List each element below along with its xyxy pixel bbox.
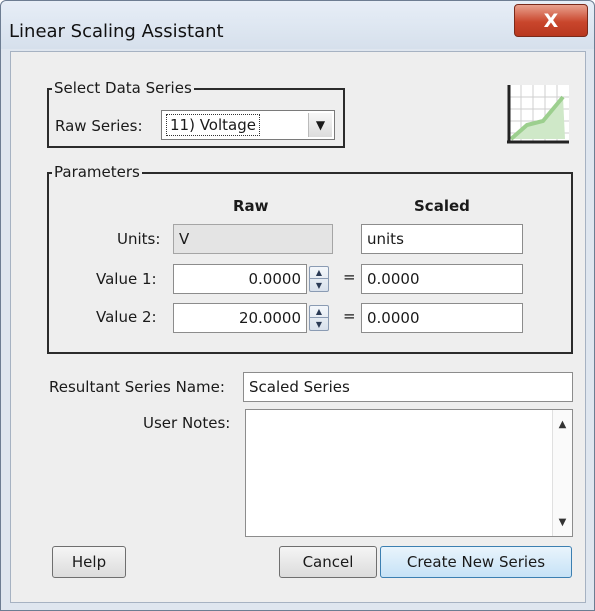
dialog-window: Linear Scaling Assistant X Select Data S… xyxy=(0,0,595,611)
chevron-down-icon[interactable]: ▼ xyxy=(308,113,332,137)
resultant-name-input[interactable]: Scaled Series xyxy=(243,372,573,402)
dialog-body: Select Data Series Raw Series: 11) Volta… xyxy=(10,51,586,603)
select-data-series-legend: Select Data Series xyxy=(52,79,194,97)
value2-equals: = xyxy=(343,307,356,325)
help-button[interactable]: Help xyxy=(52,546,126,578)
raw-units-value: V xyxy=(179,230,190,248)
value2-raw-input[interactable]: 20.0000 xyxy=(173,303,307,333)
scaled-units-value: units xyxy=(367,230,404,248)
cancel-button-label: Cancel xyxy=(302,553,354,571)
scroll-up-icon[interactable]: ▲ xyxy=(553,414,572,434)
parameters-legend: Parameters xyxy=(52,163,142,181)
spinner-up-icon[interactable]: ▲ xyxy=(310,306,328,318)
create-new-series-button[interactable]: Create New Series xyxy=(380,546,572,578)
window-title: Linear Scaling Assistant xyxy=(9,21,224,42)
units-label: Units: xyxy=(117,230,161,248)
help-button-label: Help xyxy=(71,553,107,571)
resultant-name-label: Resultant Series Name: xyxy=(49,378,225,396)
raw-series-label: Raw Series: xyxy=(55,117,143,135)
value2-label: Value 2: xyxy=(96,308,157,326)
value1-label: Value 1: xyxy=(96,270,157,288)
value1-raw-input[interactable]: 0.0000 xyxy=(173,264,307,294)
value1-raw-value: 0.0000 xyxy=(248,270,302,288)
value1-equals: = xyxy=(343,268,356,286)
raw-series-value: 11) Voltage xyxy=(166,114,260,136)
value2-scaled-input[interactable]: 0.0000 xyxy=(361,303,523,333)
close-icon: X xyxy=(543,9,559,32)
value2-scaled-value: 0.0000 xyxy=(367,309,420,327)
scaled-units-input[interactable]: units xyxy=(361,224,523,254)
value1-spinner[interactable]: ▲ ▼ xyxy=(309,266,329,292)
title-bar[interactable]: Linear Scaling Assistant X xyxy=(1,1,594,49)
raw-column-header: Raw xyxy=(233,197,269,215)
create-new-series-label: Create New Series xyxy=(406,553,546,571)
spinner-down-icon[interactable]: ▼ xyxy=(310,318,328,330)
spinner-up-icon[interactable]: ▲ xyxy=(310,267,328,279)
raw-units-field: V xyxy=(173,224,333,254)
value1-scaled-input[interactable]: 0.0000 xyxy=(361,264,523,294)
scroll-down-icon[interactable]: ▼ xyxy=(553,512,572,532)
chart-icon xyxy=(507,85,569,144)
user-notes-label: User Notes: xyxy=(143,414,231,432)
value1-scaled-value: 0.0000 xyxy=(367,270,420,288)
spinner-down-icon[interactable]: ▼ xyxy=(310,279,328,291)
scaled-column-header: Scaled xyxy=(414,197,470,215)
resultant-name-value: Scaled Series xyxy=(249,378,350,396)
notes-scrollbar[interactable]: ▲ ▼ xyxy=(552,410,572,536)
cancel-button[interactable]: Cancel xyxy=(279,546,377,578)
close-button[interactable]: X xyxy=(514,4,588,37)
value2-spinner[interactable]: ▲ ▼ xyxy=(309,305,329,331)
value2-raw-value: 20.0000 xyxy=(238,309,301,327)
raw-series-dropdown[interactable]: 11) Voltage ▼ xyxy=(161,110,335,140)
user-notes-textarea[interactable]: ▲ ▼ xyxy=(245,409,573,537)
